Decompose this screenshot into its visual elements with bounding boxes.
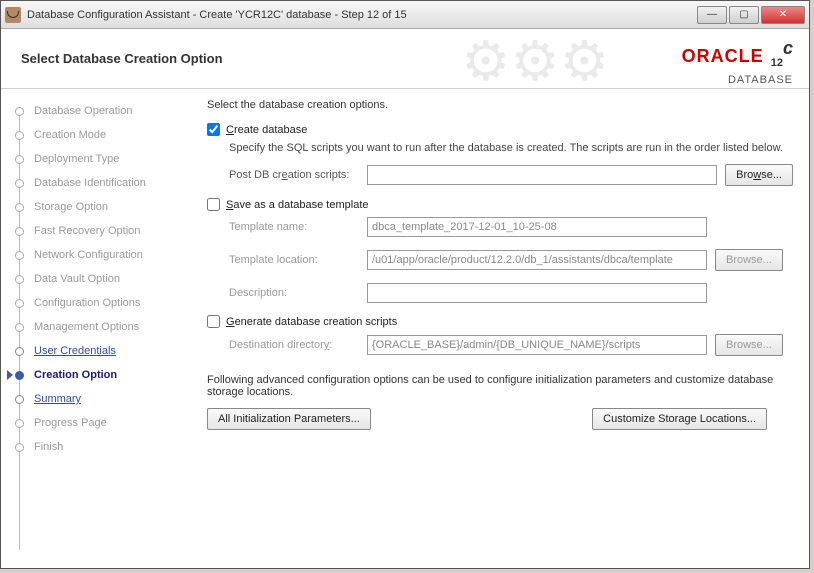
minimize-button[interactable]: —: [697, 6, 727, 24]
brand-word: ORACLE: [682, 46, 764, 66]
browse-post-scripts-button[interactable]: Browse...: [725, 164, 793, 186]
dest-dir-input: [367, 335, 707, 355]
customize-storage-button[interactable]: Customize Storage Locations...: [592, 408, 767, 430]
step-creation-mode: Creation Mode: [15, 123, 191, 147]
step-bullet-icon: [15, 395, 24, 404]
page-title: Select Database Creation Option: [21, 51, 223, 66]
generate-scripts-label: Generate database creation scripts: [226, 316, 397, 328]
step-bullet-icon: [15, 179, 24, 188]
step-bullet-icon: [15, 347, 24, 356]
wizard-steps-sidebar: Database Operation Creation Mode Deploymen…: [1, 89, 191, 568]
step-bullet-icon: [15, 107, 24, 116]
titlebar[interactable]: Database Configuration Assistant - Creat…: [1, 1, 809, 29]
version-number: 12c: [771, 37, 793, 74]
post-scripts-input[interactable]: [367, 165, 717, 185]
step-deployment-type: Deployment Type: [15, 147, 191, 171]
template-location-input: [367, 250, 707, 270]
step-configuration-options: Configuration Options: [15, 291, 191, 315]
step-label: Deployment Type: [34, 153, 119, 165]
template-desc-label: Description:: [229, 287, 359, 299]
step-user-credentials[interactable]: User Credentials: [15, 339, 191, 363]
step-management-options: Management Options: [15, 315, 191, 339]
step-bullet-icon: [15, 227, 24, 236]
step-bullet-icon: [15, 203, 24, 212]
step-label: Fast Recovery Option: [34, 225, 140, 237]
step-bullet-icon: [15, 251, 24, 260]
main-content: Select the database creation options. Cr…: [191, 89, 809, 568]
window-title: Database Configuration Assistant - Creat…: [27, 9, 697, 21]
step-label: Creation Mode: [34, 129, 106, 141]
oracle-logo: ORACLE 12c DATABASE: [682, 37, 793, 86]
save-template-row: Save as a database template: [207, 198, 793, 211]
intro-text: Select the database creation options.: [207, 99, 793, 111]
step-bullet-icon: [15, 419, 24, 428]
step-bullet-icon: [15, 371, 24, 380]
step-label: Configuration Options: [34, 297, 140, 309]
step-bullet-icon: [15, 155, 24, 164]
step-bullet-icon: [15, 323, 24, 332]
step-label: Summary: [34, 393, 81, 405]
init-params-button[interactable]: All Initialization Parameters...: [207, 408, 371, 430]
step-label: Database Identification: [34, 177, 146, 189]
close-button[interactable]: ✕: [761, 6, 805, 24]
step-bullet-icon: [15, 299, 24, 308]
create-database-row: Create database: [207, 123, 793, 136]
save-template-label: Save as a database template: [226, 199, 369, 211]
generate-scripts-row: Generate database creation scripts: [207, 315, 793, 328]
step-label: Management Options: [34, 321, 139, 333]
step-summary[interactable]: Summary: [15, 387, 191, 411]
template-name-input: [367, 217, 707, 237]
step-label: Network Configuration: [34, 249, 143, 261]
step-database-identification: Database Identification: [15, 171, 191, 195]
brand-sub: DATABASE: [682, 74, 793, 86]
advanced-text: Following advanced configuration options…: [207, 374, 793, 398]
step-progress-page: Progress Page: [15, 411, 191, 435]
step-finish: Finish: [15, 435, 191, 459]
step-bullet-icon: [15, 275, 24, 284]
gear-decoration: ⚙⚙⚙: [461, 29, 609, 93]
create-database-checkbox[interactable]: [207, 123, 220, 136]
step-label: Finish: [34, 441, 63, 453]
step-network-configuration: Network Configuration: [15, 243, 191, 267]
post-scripts-label: Post DB creation scripts:: [229, 169, 359, 181]
template-location-label: Template location:: [229, 254, 359, 266]
step-fast-recovery-option: Fast Recovery Option: [15, 219, 191, 243]
step-label: Data Vault Option: [34, 273, 120, 285]
save-template-checkbox[interactable]: [207, 198, 220, 211]
window-controls: — ▢ ✕: [697, 6, 805, 24]
step-database-operation: Database Operation: [15, 99, 191, 123]
wizard-header: ⚙⚙⚙ Select Database Creation Option ORAC…: [1, 29, 809, 89]
step-creation-option: Creation Option: [15, 363, 191, 387]
browse-template-location-button: Browse...: [715, 249, 783, 271]
step-storage-option: Storage Option: [15, 195, 191, 219]
create-database-label: Create database: [226, 124, 307, 136]
step-bullet-icon: [15, 443, 24, 452]
generate-scripts-checkbox[interactable]: [207, 315, 220, 328]
template-name-label: Template name:: [229, 221, 359, 233]
app-icon: [5, 7, 21, 23]
window-frame: Database Configuration Assistant - Creat…: [0, 0, 810, 569]
step-label: User Credentials: [34, 345, 116, 357]
step-data-vault-option: Data Vault Option: [15, 267, 191, 291]
template-desc-input: [367, 283, 707, 303]
step-label: Creation Option: [34, 369, 117, 381]
browse-dest-dir-button: Browse...: [715, 334, 783, 356]
step-label: Storage Option: [34, 201, 108, 213]
step-label: Database Operation: [34, 105, 132, 117]
step-bullet-icon: [15, 131, 24, 140]
dest-dir-label: Destination directory:: [229, 339, 359, 351]
create-desc: Specify the SQL scripts you want to run …: [229, 142, 793, 154]
maximize-button[interactable]: ▢: [729, 6, 759, 24]
step-label: Progress Page: [34, 417, 107, 429]
